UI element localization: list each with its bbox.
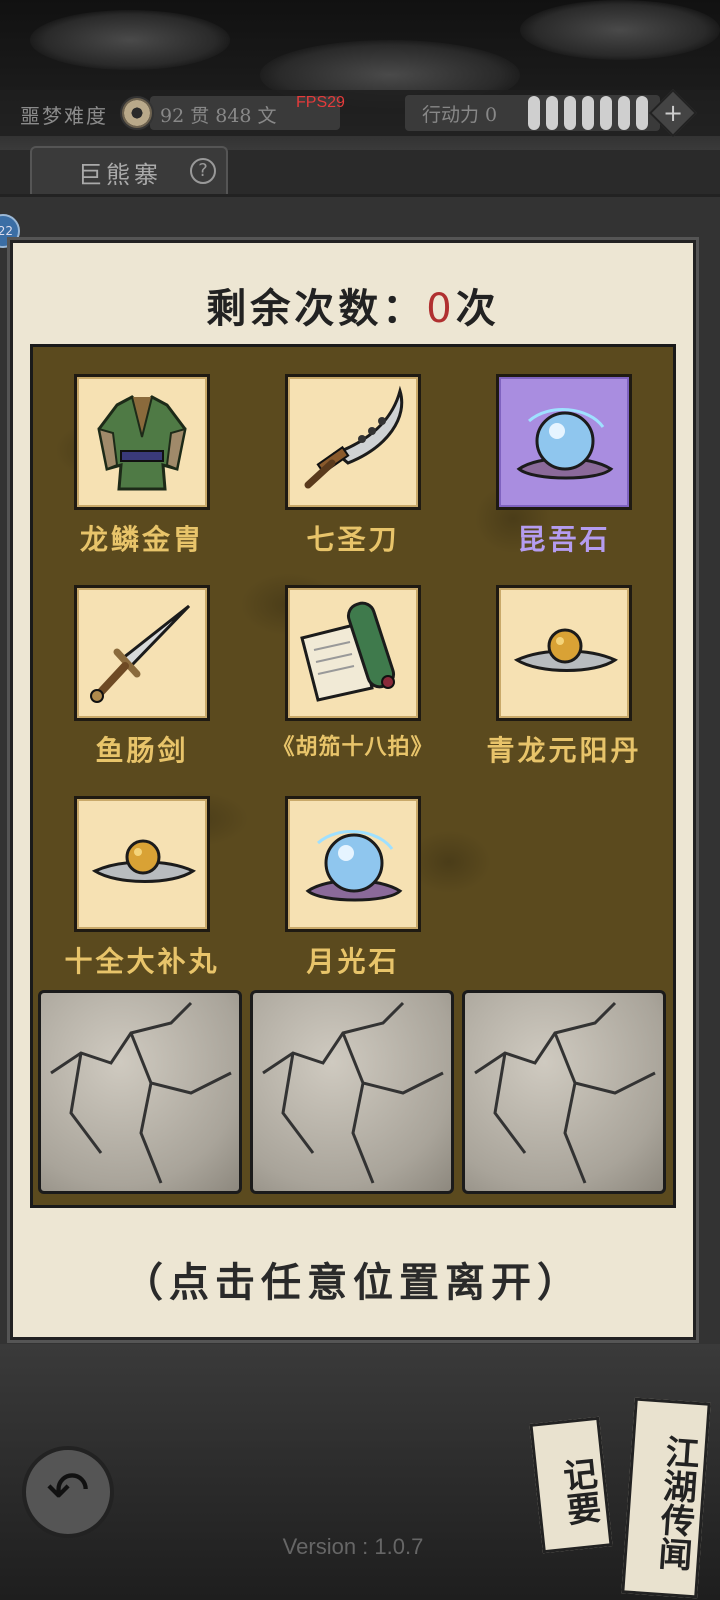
action-point-pip <box>600 96 612 130</box>
item-frame <box>496 585 632 721</box>
action-point-pip <box>564 96 576 130</box>
item-name: 龙鳞金胄 <box>79 523 204 556</box>
item-frame <box>285 374 421 510</box>
crystal-orb-icon <box>305 830 403 902</box>
fps-counter: FPS29 <box>296 94 345 111</box>
pill-icon <box>91 839 197 883</box>
record-button[interactable]: 记要 <box>529 1416 613 1554</box>
item-frame <box>74 585 210 721</box>
scroll-icon <box>300 601 396 702</box>
version-label: Version : 1.0.7 <box>282 1534 424 1559</box>
difficulty-label: 噩梦难度 <box>20 104 108 128</box>
crack-icon <box>262 1001 444 1184</box>
item-frame <box>285 585 421 721</box>
coin-icon <box>120 96 154 130</box>
remaining-count: 0 <box>426 286 456 332</box>
crack-icon <box>474 1001 656 1184</box>
reward-item[interactable]: 龙鳞金胄 <box>52 374 232 558</box>
reward-item[interactable]: 鱼肠剑 <box>52 585 232 769</box>
reward-item[interactable]: 青龙元阳丹 <box>474 585 654 769</box>
reward-item[interactable]: 昆吾石 <box>474 374 654 558</box>
crystal-orb-icon <box>516 408 614 480</box>
item-name: 《胡笳十八拍》 <box>272 734 434 760</box>
item-name: 十全大补丸 <box>64 945 220 978</box>
action-point-pip <box>636 96 648 130</box>
reward-item[interactable]: 七圣刀 <box>263 374 443 558</box>
back-arrow-icon: ↶ <box>46 1461 90 1521</box>
item-frame <box>496 374 632 510</box>
saber-icon <box>304 385 404 489</box>
item-frame <box>285 796 421 932</box>
remaining-count-text: 剩余次数：0次 <box>0 276 706 334</box>
action-point-pip <box>528 96 540 130</box>
empty-stone-slot[interactable] <box>462 990 666 1194</box>
remaining-label: 剩余次数： <box>206 285 427 332</box>
sword-icon <box>90 604 191 703</box>
rumors-button[interactable]: 江湖传闻 <box>621 1397 711 1599</box>
item-name: 鱼肠剑 <box>95 734 189 767</box>
action-point-pip <box>546 96 558 130</box>
location-name: 巨熊寨 <box>78 161 162 189</box>
item-name: 青龙元阳丹 <box>486 734 642 767</box>
pill-icon <box>513 628 619 672</box>
leave-hint[interactable]: （点击任意位置离开） <box>0 1250 706 1308</box>
help-icon[interactable]: ? <box>190 158 216 184</box>
item-name: 月光石 <box>306 945 400 978</box>
action-point-pip <box>582 96 594 130</box>
item-name: 七圣刀 <box>306 523 400 556</box>
item-frame <box>74 374 210 510</box>
action-points-label: 行动力 0 <box>422 104 498 126</box>
armor-icon <box>97 395 187 491</box>
back-button[interactable]: ↶ <box>22 1446 114 1538</box>
remaining-unit: 次 <box>455 285 500 332</box>
plus-icon: + <box>662 99 684 127</box>
crack-icon <box>50 1001 232 1184</box>
reward-item[interactable]: 《胡笳十八拍》 <box>263 585 443 761</box>
money-value: 92 贯 848 文 <box>160 105 277 127</box>
reward-item[interactable]: 月光石 <box>263 796 443 980</box>
empty-stone-slot[interactable] <box>38 990 242 1194</box>
empty-stone-slot[interactable] <box>250 990 454 1194</box>
action-point-pip <box>618 96 630 130</box>
item-frame <box>74 796 210 932</box>
reward-item[interactable]: 十全大补丸 <box>52 796 232 980</box>
item-name: 昆吾石 <box>517 523 611 556</box>
